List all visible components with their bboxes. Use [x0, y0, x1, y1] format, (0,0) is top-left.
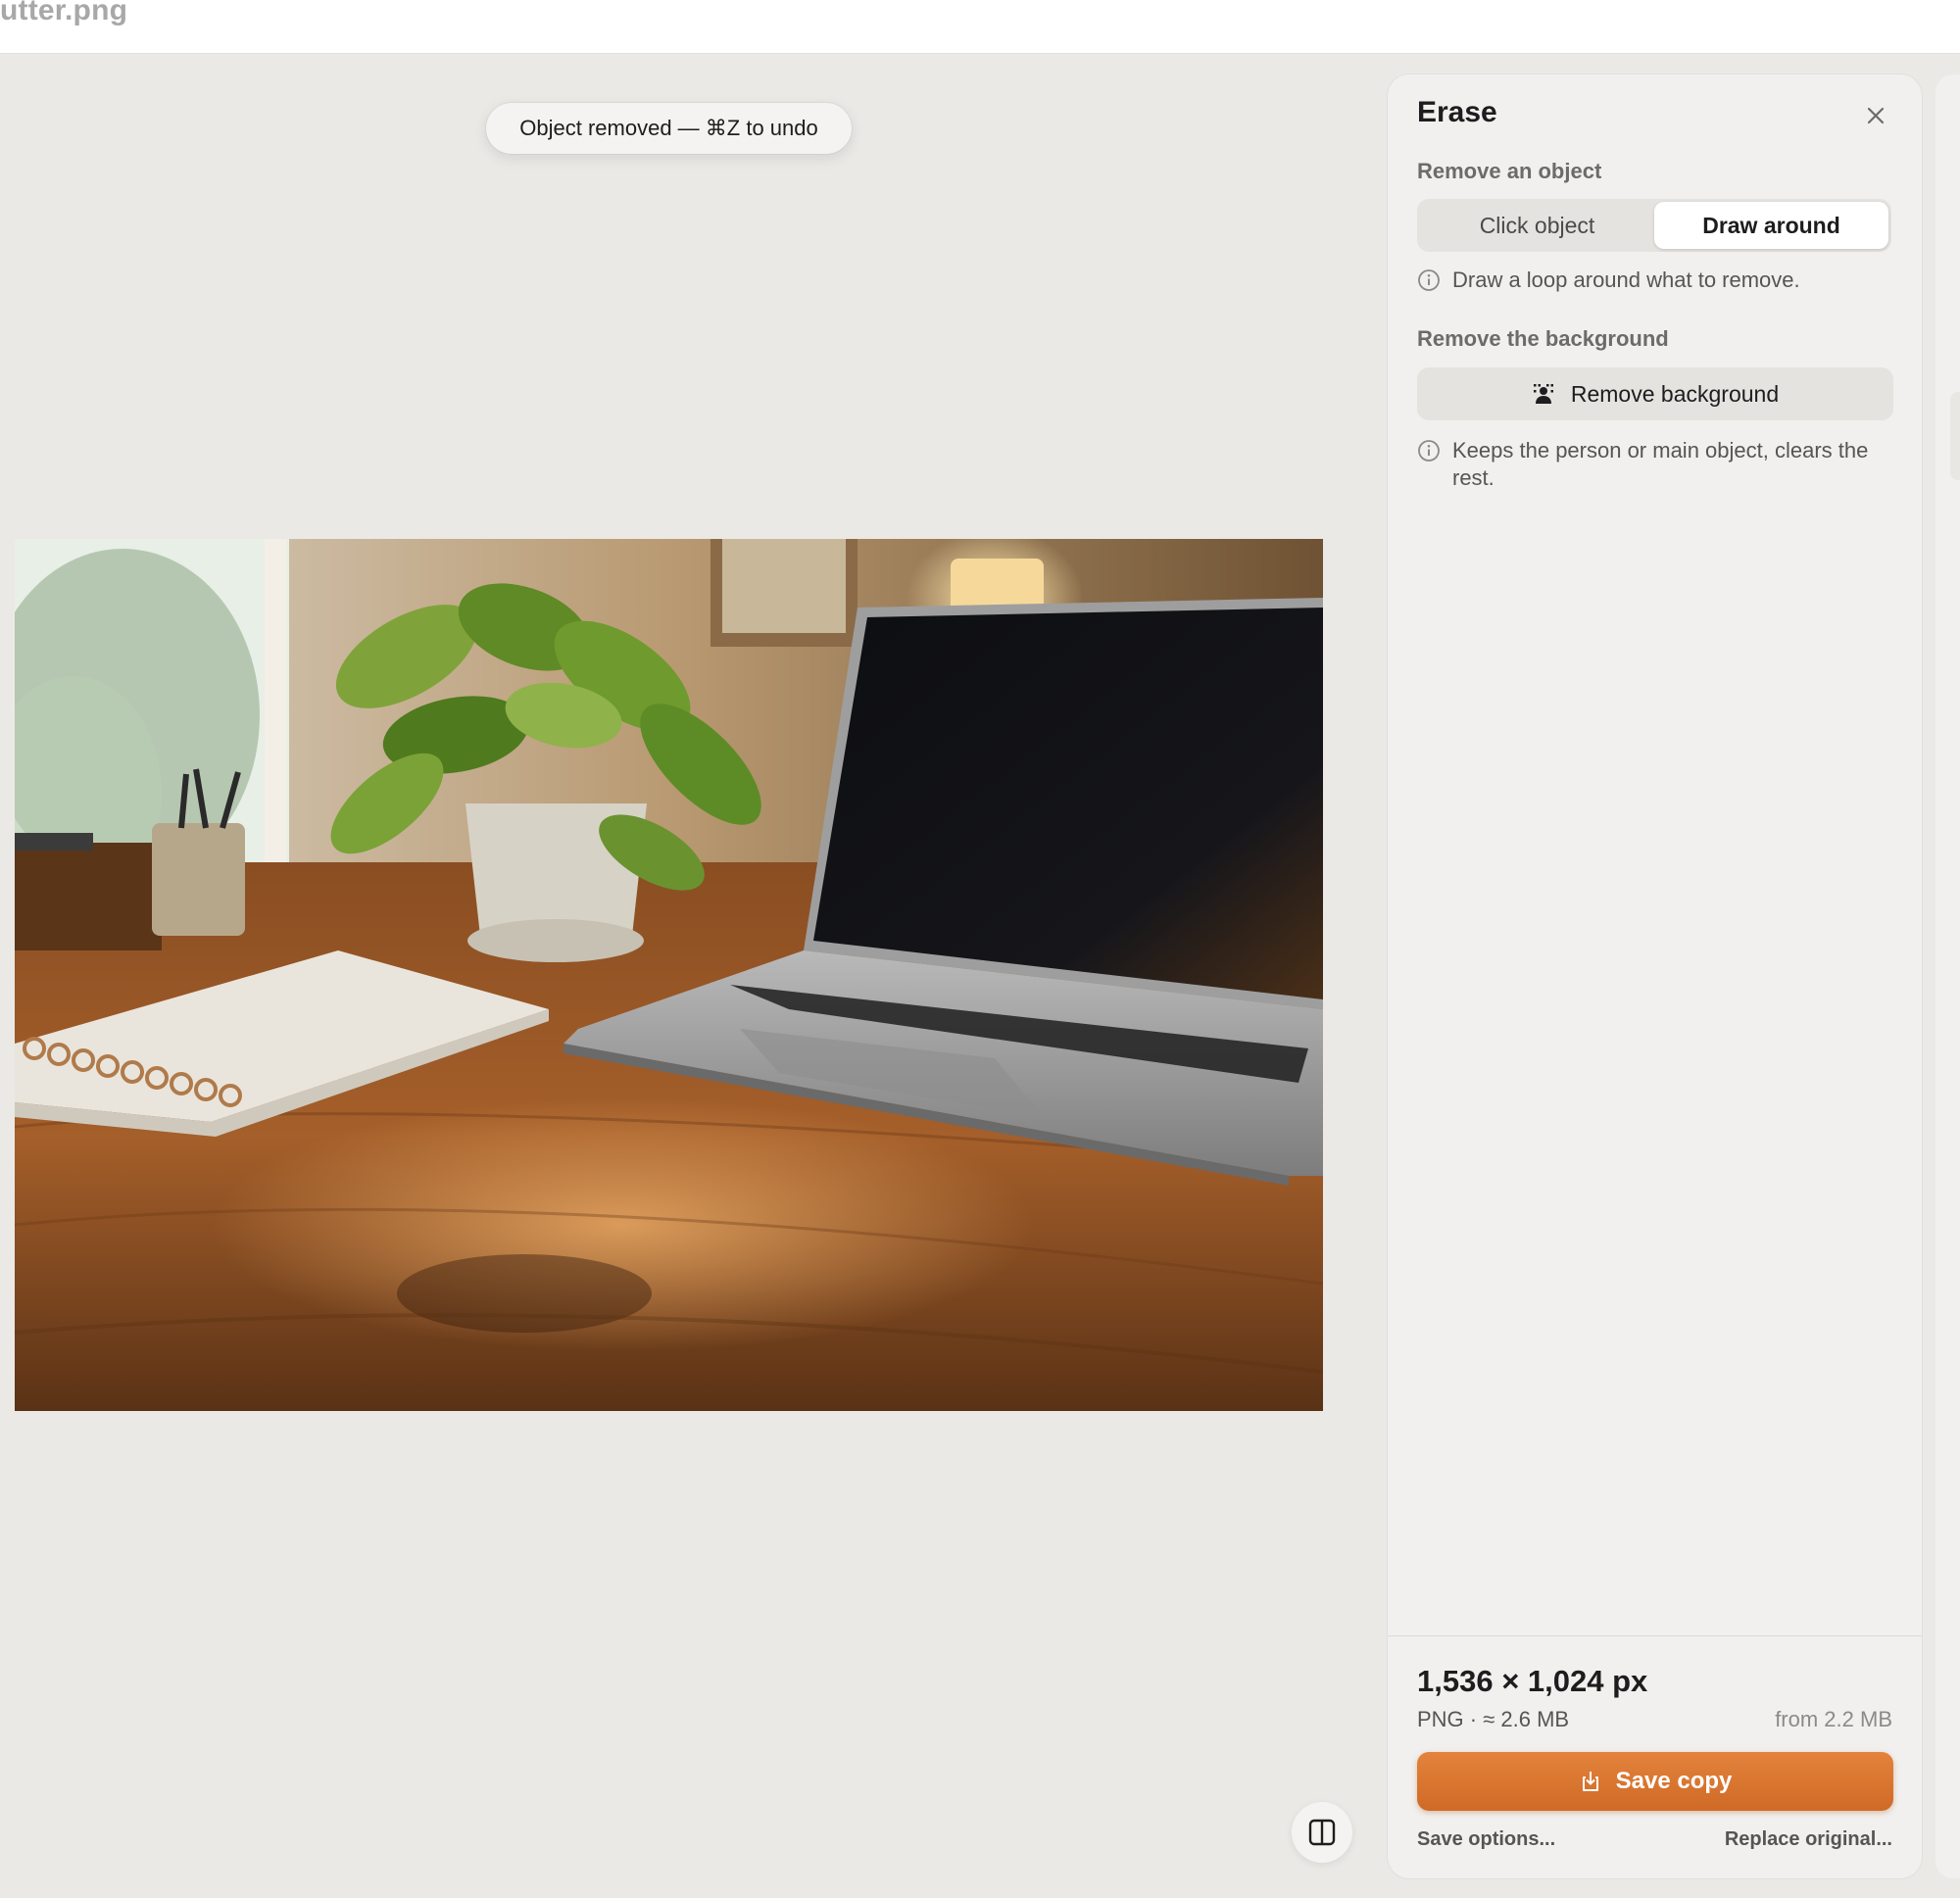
info-icon — [1418, 269, 1440, 291]
panel-divider — [1388, 1635, 1922, 1636]
app-window: utter.png Object removed — ⌘Z to undo Er… — [0, 0, 1960, 1898]
image-canvas[interactable] — [15, 539, 1323, 1411]
mode-click-object[interactable]: Click object — [1420, 202, 1654, 249]
file-name: utter.png — [0, 0, 128, 26]
person-cutout-icon — [1533, 384, 1553, 404]
remove-object-hint: Draw a loop around what to remove. — [1417, 267, 1891, 294]
info-icon — [1418, 440, 1440, 462]
remove-background-hint-text: Keeps the person or main object, clears … — [1452, 438, 1869, 490]
image-dimensions: 1,536 × 1,024 px — [1417, 1664, 1648, 1698]
remove-mode-segmented-control: Click object Draw around — [1417, 199, 1891, 252]
compare-toggle-button[interactable] — [1292, 1802, 1352, 1863]
panel-title: Erase — [1417, 96, 1497, 128]
remove-background-label: Remove the background — [1417, 326, 1669, 351]
erase-panel: Erase Remove an object Click object Draw… — [1388, 74, 1922, 1878]
desk-photo — [15, 539, 1323, 1411]
format-size: PNG · ≈ 2.6 MB — [1417, 1707, 1570, 1731]
remove-background-hint: Keeps the person or main object, clears … — [1417, 437, 1891, 492]
split-view-icon — [1308, 1819, 1336, 1846]
save-copy-label: Save copy — [1615, 1768, 1733, 1794]
close-button[interactable] — [1862, 102, 1889, 129]
remove-object-label: Remove an object — [1417, 159, 1602, 183]
remove-object-hint-text: Draw a loop around what to remove. — [1452, 268, 1800, 292]
remove-background-button[interactable]: Remove background — [1417, 367, 1893, 420]
save-copy-button[interactable]: Save copy — [1417, 1752, 1893, 1811]
close-icon — [1867, 107, 1885, 124]
save-download-icon — [1582, 1772, 1598, 1791]
original-size: from 2.2 MB — [1775, 1707, 1892, 1731]
save-options-link[interactable]: Save options... — [1417, 1828, 1555, 1851]
panel-resize-handle[interactable] — [1950, 392, 1960, 480]
remove-background-button-label: Remove background — [1570, 380, 1780, 407]
replace-original-link[interactable]: Replace original... — [1725, 1828, 1892, 1851]
title-bar: utter.png — [0, 0, 1960, 54]
mode-draw-around[interactable]: Draw around — [1654, 202, 1888, 249]
secondary-panel-edge — [1936, 74, 1960, 1878]
undo-toast: Object removed — ⌘Z to undo — [486, 103, 852, 154]
